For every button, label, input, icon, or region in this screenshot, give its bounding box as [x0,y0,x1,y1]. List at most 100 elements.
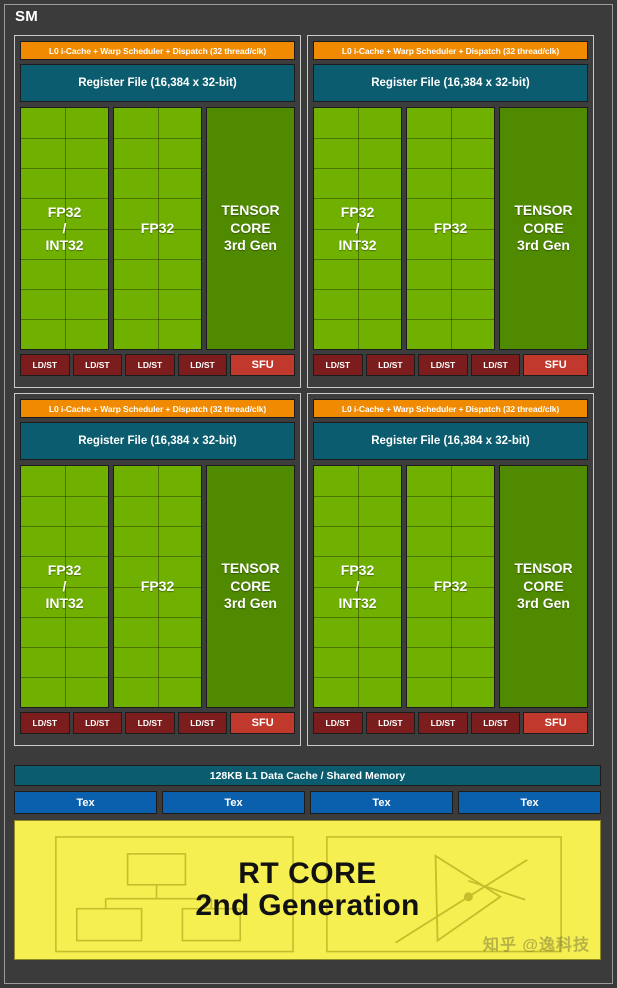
ldst-unit: LD/ST [470,354,521,376]
core-label-line: INT32 [45,236,84,253]
fp32-column: FP32 [113,107,202,350]
core-label-line: FP32 [433,220,468,237]
core-label-line: CORE [523,219,564,236]
ldst-sfu-row: LD/ST LD/ST LD/ST LD/ST SFU [20,354,296,376]
ldst-unit: LD/ST [313,712,363,734]
core-label-line: CORE [523,577,564,594]
tensor-core-column: TENSOR CORE 3rd Gen [499,107,588,350]
fp32-int32-column-label: FP32/INT32 [338,562,376,612]
core-label-line: 3rd Gen [517,237,570,254]
ldst-sfu-row: LD/ST LD/ST LD/ST LD/ST SFU [313,712,589,734]
tex-unit: Tex [310,791,453,814]
ldst-sfu-row: LD/ST LD/ST LD/ST LD/ST SFU [20,712,296,734]
tensor-core-column-label: TENSOR CORE 3rd Gen [514,202,572,255]
fp32-int32-column: FP32/INT32 [313,465,402,708]
ldst-unit: LD/ST [125,712,175,734]
fp32-int32-column: FP32/INT32 [20,107,109,350]
fp32-int32-column-label: FP32/INT32 [45,204,83,254]
fp32-column-label: FP32 [141,578,174,595]
fp32-column-label: FP32 [434,578,467,595]
fp32-column: FP32 [406,107,495,350]
watermark: 知乎 @逸科技 [482,937,590,954]
core-label-line: 3rd Gen [224,237,277,254]
warp-scheduler-bar: L0 i-Cache + Warp Scheduler + Dispatch (… [313,399,588,418]
ldst-unit: LD/ST [418,712,468,734]
ldst-unit: LD/ST [72,712,123,734]
ldst-unit: LD/ST [72,354,123,376]
fp32-column: FP32 [113,465,202,708]
core-label-line: CORE [230,219,271,236]
ldst-unit: LD/ST [470,712,521,734]
tex-unit: Tex [458,791,601,814]
fp32-column: FP32 [406,465,495,708]
core-columns-row: FP32/INT32 FP32 TENSOR CORE 3rd Gen [313,465,588,708]
sfu-unit: SFU [523,354,589,376]
tensor-core-column: TENSOR CORE 3rd Gen [499,465,588,708]
processing-block-1: L0 i-Cache + Warp Scheduler + Dispatch (… [14,35,301,388]
sm-title: SM [15,8,38,25]
sfu-unit: SFU [230,712,296,734]
ldst-unit: LD/ST [418,354,468,376]
core-label-line: INT32 [338,236,377,253]
core-columns-row: FP32/INT32 FP32 TENSOR CORE 3rd Gen [20,465,295,708]
register-file: Register File (16,384 x 32-bit) [20,422,295,460]
tex-unit: Tex [14,791,157,814]
ldst-unit: LD/ST [177,712,228,734]
rt-core-block: RT CORE 2nd Generation 知乎 @逸科技 [14,820,601,960]
sm-block-diagram: SM L0 i-Cache + Warp Scheduler + Dispatc… [0,0,617,988]
core-label-line: FP32 [433,578,468,595]
fp32-int32-column: FP32/INT32 [20,465,109,708]
fp32-int32-column: FP32/INT32 [313,107,402,350]
fp32-int32-column-label: FP32/INT32 [338,204,376,254]
ldst-unit: LD/ST [365,354,416,376]
core-label-line: / [62,220,67,237]
register-file: Register File (16,384 x 32-bit) [20,64,295,102]
core-label-line: / [355,220,360,237]
tensor-core-column-label: TENSOR CORE 3rd Gen [514,560,572,613]
tensor-core-column: TENSOR CORE 3rd Gen [206,107,295,350]
core-label-line: CORE [230,577,271,594]
tensor-core-column-label: TENSOR CORE 3rd Gen [221,560,279,613]
core-label-line: INT32 [45,594,84,611]
ldst-unit: LD/ST [313,354,363,376]
ldst-unit: LD/ST [125,354,175,376]
sfu-unit: SFU [523,712,589,734]
sfu-unit: SFU [230,354,296,376]
core-label-line: INT32 [338,594,377,611]
register-file: Register File (16,384 x 32-bit) [313,422,588,460]
tensor-core-column-label: TENSOR CORE 3rd Gen [221,202,279,255]
core-label-line: FP32 [340,203,375,220]
core-label-line: TENSOR [221,202,280,219]
tex-unit: Tex [162,791,305,814]
core-label-line: 3rd Gen [517,595,570,612]
fp32-column-label: FP32 [434,220,467,237]
core-label-line: / [355,578,360,595]
core-label-line: / [62,578,67,595]
ldst-sfu-row: LD/ST LD/ST LD/ST LD/ST SFU [313,354,589,376]
sm-frame: SM L0 i-Cache + Warp Scheduler + Dispatc… [4,4,613,984]
core-label-line: FP32 [47,561,82,578]
core-label-line: FP32 [140,220,175,237]
core-columns-row: FP32/INT32 FP32 TENSOR CORE 3rd Gen [313,107,588,350]
register-file: Register File (16,384 x 32-bit) [313,64,588,102]
core-label-line: FP32 [47,203,82,220]
fp32-int32-column-label: FP32/INT32 [45,562,83,612]
core-label-line: FP32 [140,578,175,595]
processing-block-4: L0 i-Cache + Warp Scheduler + Dispatch (… [307,393,594,746]
l1-data-cache: 128KB L1 Data Cache / Shared Memory [14,765,601,786]
warp-scheduler-bar: L0 i-Cache + Warp Scheduler + Dispatch (… [20,399,295,418]
core-label-line: TENSOR [514,202,573,219]
core-label-line: 3rd Gen [224,595,277,612]
core-label-line: TENSOR [514,560,573,577]
core-columns-row: FP32/INT32 FP32 TENSOR CORE 3rd Gen [20,107,295,350]
ldst-unit: LD/ST [20,712,70,734]
processing-block-2: L0 i-Cache + Warp Scheduler + Dispatch (… [307,35,594,388]
core-label-line: TENSOR [221,560,280,577]
warp-scheduler-bar: L0 i-Cache + Warp Scheduler + Dispatch (… [20,41,295,60]
tensor-core-column: TENSOR CORE 3rd Gen [206,465,295,708]
tex-units-row: Tex Tex Tex Tex [14,791,601,814]
fp32-column-label: FP32 [141,220,174,237]
ldst-unit: LD/ST [177,354,228,376]
ldst-unit: LD/ST [365,712,416,734]
warp-scheduler-bar: L0 i-Cache + Warp Scheduler + Dispatch (… [313,41,588,60]
